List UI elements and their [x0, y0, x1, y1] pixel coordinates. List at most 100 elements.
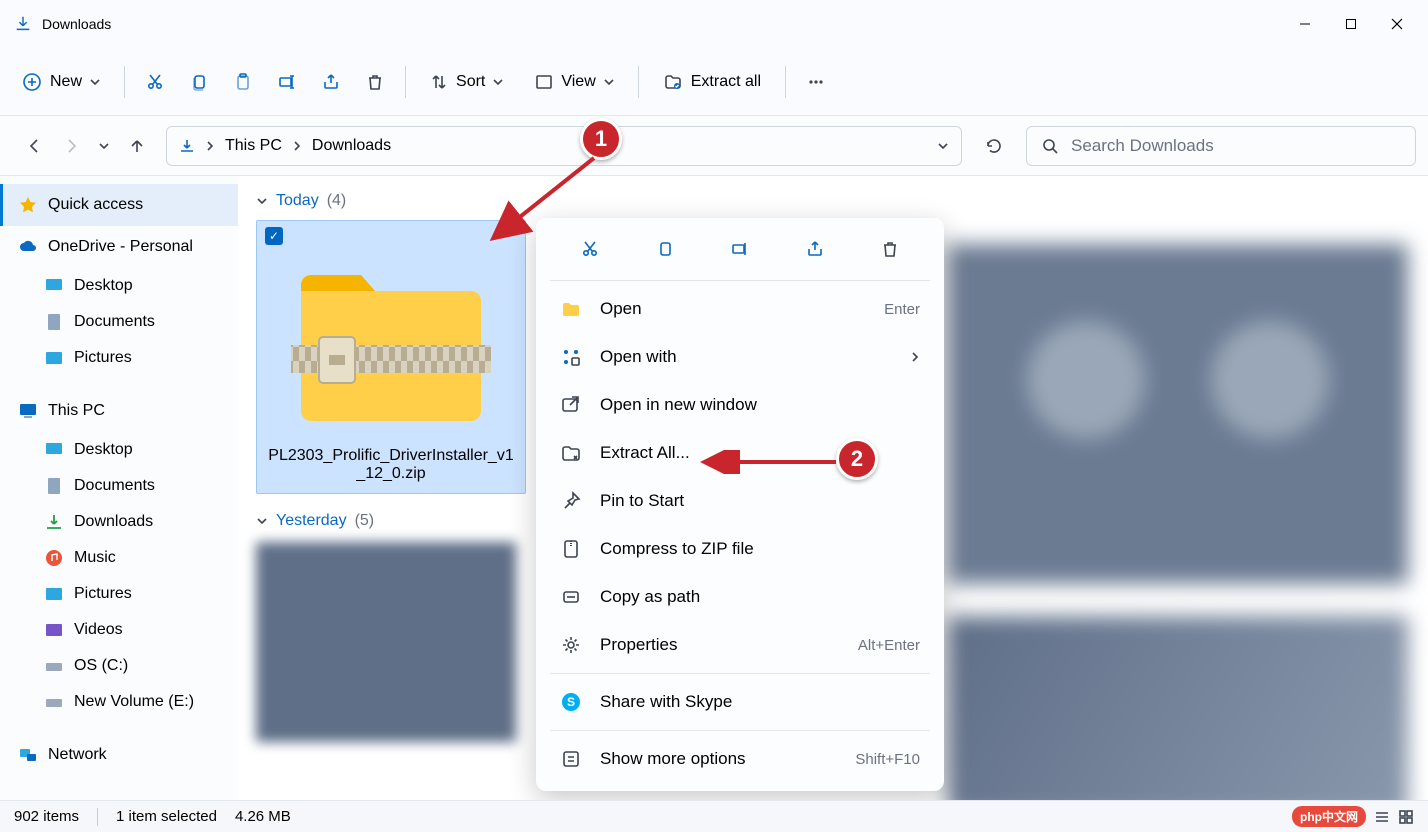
new-window-icon — [560, 394, 582, 416]
sidebar-documents-2[interactable]: Documents — [0, 468, 238, 504]
ctx-pin-to-start[interactable]: Pin to Start — [544, 477, 936, 525]
view-button[interactable]: View — [521, 62, 627, 102]
minimize-button[interactable] — [1282, 8, 1328, 40]
nav-arrows — [12, 137, 154, 155]
ctx-rename-button[interactable] — [720, 232, 760, 266]
cut-button[interactable] — [135, 62, 175, 102]
sort-label: Sort — [456, 73, 485, 91]
copy-button[interactable] — [179, 62, 219, 102]
thumbnails-view-button[interactable] — [1398, 809, 1414, 825]
separator — [405, 66, 406, 98]
sidebar-music[interactable]: Music — [0, 540, 238, 576]
zip-icon — [560, 538, 582, 560]
sidebar-network[interactable]: Network — [0, 734, 238, 776]
zip-folder-icon — [281, 235, 501, 435]
pictures-icon — [44, 584, 64, 604]
titlebar: Downloads — [0, 0, 1428, 48]
sidebar-quick-access[interactable]: Quick access — [0, 184, 238, 226]
checkbox-icon[interactable]: ✓ — [265, 227, 283, 245]
documents-icon — [44, 476, 64, 496]
breadcrumb-downloads[interactable]: Downloads — [312, 137, 391, 155]
forward-button[interactable] — [62, 137, 80, 155]
ctx-copy-button[interactable] — [645, 232, 685, 266]
sidebar-videos[interactable]: Videos — [0, 612, 238, 648]
delete-button[interactable] — [355, 62, 395, 102]
breadcrumb-thispc[interactable]: This PC — [225, 137, 282, 155]
sidebar-pictures-2[interactable]: Pictures — [0, 576, 238, 612]
paste-button[interactable] — [223, 62, 263, 102]
copy-path-icon — [560, 586, 582, 608]
blurred-thumbnail[interactable] — [948, 616, 1408, 800]
status-selected: 1 item selected — [116, 808, 217, 825]
ctx-share-button[interactable] — [795, 232, 835, 266]
ctx-show-more[interactable]: Show more options Shift+F10 — [544, 735, 936, 783]
maximize-button[interactable] — [1328, 8, 1374, 40]
ctx-copy-path[interactable]: Copy as path — [544, 573, 936, 621]
drive-icon — [44, 692, 64, 712]
extract-all-button[interactable]: Extract all — [649, 62, 775, 102]
recent-button[interactable] — [98, 140, 110, 152]
sidebar-documents[interactable]: Documents — [0, 304, 238, 340]
view-icon — [535, 73, 553, 91]
up-button[interactable] — [128, 137, 146, 155]
back-button[interactable] — [26, 137, 44, 155]
ctx-properties[interactable]: Properties Alt+Enter — [544, 621, 936, 669]
ctx-delete-button[interactable] — [870, 232, 910, 266]
scissors-icon — [145, 72, 165, 92]
new-button[interactable]: New — [8, 62, 114, 102]
folder-icon — [560, 298, 582, 320]
search-box[interactable]: Search Downloads — [1026, 126, 1416, 166]
address-dropdown[interactable] — [937, 140, 949, 152]
watermark: php中文网 — [1292, 806, 1366, 827]
desktop-icon — [44, 440, 64, 460]
sidebar-onedrive[interactable]: OneDrive - Personal — [0, 226, 238, 268]
sidebar-newvol[interactable]: New Volume (E:) — [0, 684, 238, 720]
blurred-thumbnail[interactable] — [948, 244, 1408, 584]
ctx-open[interactable]: Open Enter — [544, 285, 936, 333]
chevron-down-icon — [493, 77, 503, 87]
pin-icon — [560, 490, 582, 512]
downloads-app-icon — [14, 15, 32, 33]
file-item-selected[interactable]: ✓ PL2303_Prolific_DriverInstaller_v1_12_… — [256, 220, 526, 494]
toolbar: New Sort View Extract all — [0, 48, 1428, 116]
pc-icon — [18, 401, 38, 421]
blurred-thumbnail[interactable] — [256, 542, 516, 742]
chevron-down-icon — [604, 77, 614, 87]
sidebar-osc[interactable]: OS (C:) — [0, 648, 238, 684]
share-button[interactable] — [311, 62, 351, 102]
sidebar-this-pc[interactable]: This PC — [0, 390, 238, 432]
paste-icon — [233, 72, 253, 92]
sidebar-pictures[interactable]: Pictures — [0, 340, 238, 376]
annotation-arrow-2 — [700, 450, 844, 474]
ctx-open-new-window[interactable]: Open in new window — [544, 381, 936, 429]
search-icon — [1041, 137, 1059, 155]
open-with-icon — [560, 346, 582, 368]
ctx-compress[interactable]: Compress to ZIP file — [544, 525, 936, 573]
sort-button[interactable]: Sort — [416, 62, 517, 102]
ctx-open-with[interactable]: Open with — [544, 333, 936, 381]
sidebar-desktop-2[interactable]: Desktop — [0, 432, 238, 468]
details-view-button[interactable] — [1374, 809, 1390, 825]
annotation-arrow-1 — [484, 148, 614, 248]
separator — [638, 66, 639, 98]
group-today[interactable]: Today (4) — [256, 192, 1410, 210]
more-button[interactable] — [796, 62, 836, 102]
sidebar-downloads[interactable]: Downloads — [0, 504, 238, 540]
more-options-icon — [560, 748, 582, 770]
separator — [124, 66, 125, 98]
close-button[interactable] — [1374, 8, 1420, 40]
rename-icon — [277, 72, 297, 92]
status-bar: 902 items 1 item selected 4.26 MB php中文网 — [0, 800, 1428, 832]
search-placeholder: Search Downloads — [1071, 136, 1214, 156]
refresh-button[interactable] — [974, 126, 1014, 166]
extract-all-label: Extract all — [691, 73, 761, 91]
downloads-icon — [44, 512, 64, 532]
chevron-down-icon — [256, 515, 268, 527]
sidebar-desktop[interactable]: Desktop — [0, 268, 238, 304]
chevron-right-icon — [205, 141, 215, 151]
ctx-skype[interactable]: S Share with Skype — [544, 678, 936, 726]
rename-button[interactable] — [267, 62, 307, 102]
navigation-pane[interactable]: Quick access OneDrive - Personal Desktop… — [0, 176, 238, 800]
status-size: 4.26 MB — [235, 808, 291, 825]
drive-icon — [44, 656, 64, 676]
